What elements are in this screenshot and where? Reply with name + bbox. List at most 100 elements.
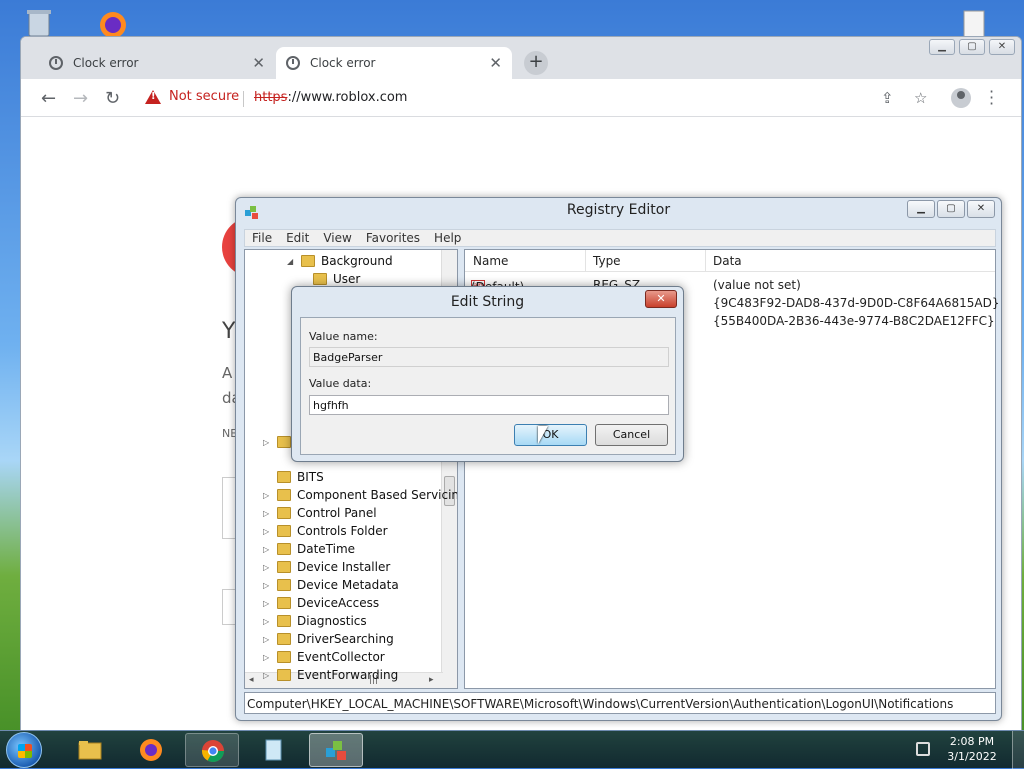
notepad-icon <box>265 739 282 761</box>
tree-item[interactable]: ▷ Controls Folder <box>263 522 388 540</box>
tree-item-label: User <box>333 272 361 286</box>
tree-item[interactable]: ▷ DateTime <box>263 540 355 558</box>
mouse-cursor-icon <box>538 426 548 444</box>
collapsed-arrow-icon[interactable]: ▷ <box>263 563 271 572</box>
tree-item[interactable]: ▷ EventForwarding <box>263 666 398 684</box>
menu-edit[interactable]: Edit <box>279 230 316 246</box>
column-header-type[interactable]: Type <box>593 254 621 268</box>
tree-item-label: Component Based Servicing <box>297 488 458 502</box>
taskbar-notepad[interactable] <box>246 733 300 767</box>
ok-button[interactable]: OK <box>514 424 587 446</box>
folder-icon <box>277 489 291 501</box>
registry-editor-icon <box>326 741 346 760</box>
minimize-button[interactable]: ▁ <box>929 39 955 55</box>
collapsed-arrow-icon[interactable]: ▷ <box>263 617 271 626</box>
folder-icon <box>277 615 291 627</box>
menu-help[interactable]: Help <box>427 230 468 246</box>
url-host: ://www.roblox.com <box>287 90 408 105</box>
address-bar[interactable]: https://www.roblox.com <box>254 90 407 105</box>
page-heading-fragment: Y <box>222 319 236 344</box>
taskbar-explorer[interactable] <box>63 733 117 767</box>
taskbar-firefox[interactable] <box>124 733 178 767</box>
network-icon[interactable] <box>916 742 930 756</box>
maximize-button[interactable]: ▢ <box>937 200 965 218</box>
reload-icon[interactable]: ↻ <box>105 88 120 109</box>
back-arrow-icon[interactable]: ← <box>41 88 56 109</box>
new-tab-button[interactable]: + <box>524 51 548 75</box>
menu-view[interactable]: View <box>316 230 358 246</box>
dialog-body: Value name: BadgeParser Value data: hgfh… <box>300 317 676 455</box>
collapsed-arrow-icon[interactable]: ▷ <box>263 438 271 447</box>
clock-time: 2:08 PM <box>949 735 995 748</box>
tree-item-label: Control Panel <box>297 506 377 520</box>
collapsed-arrow-icon[interactable]: ▷ <box>263 509 271 518</box>
security-indicator[interactable]: Not secure <box>145 89 239 104</box>
tree-item[interactable]: ▷ Control Panel <box>263 504 377 522</box>
collapsed-arrow-icon[interactable]: ▷ <box>263 635 271 644</box>
edit-string-dialog: Edit String ✕ Value name: BadgeParser Va… <box>291 286 684 462</box>
tree-item[interactable]: ▷ EventCollector <box>263 648 385 666</box>
forward-arrow-icon[interactable]: → <box>73 88 88 109</box>
cancel-button[interactable]: Cancel <box>595 424 668 446</box>
folder-icon <box>301 255 315 267</box>
menu-bar: File Edit View Favorites Help <box>244 229 996 247</box>
value-data: {55B400DA-2B36-443e-9774-B8C2DAE12FFC} <box>713 314 995 328</box>
collapsed-arrow-icon[interactable]: ▷ <box>263 653 271 662</box>
tree-item-label: EventForwarding <box>297 668 399 682</box>
maximize-button[interactable]: ▢ <box>959 39 985 55</box>
column-header-name[interactable]: Name <box>473 254 508 268</box>
collapsed-arrow-icon[interactable]: ▷ <box>263 491 271 500</box>
chrome-icon <box>202 740 224 762</box>
column-header-data[interactable]: Data <box>713 254 742 268</box>
tree-item[interactable]: ▷ Device Metadata <box>263 576 399 594</box>
folder-icon <box>313 273 327 285</box>
minimize-button[interactable]: ▁ <box>907 200 935 218</box>
tree-item[interactable]: BITS <box>263 468 324 486</box>
tree-item[interactable]: ◢ Background <box>287 252 393 270</box>
collapsed-arrow-icon[interactable]: ▷ <box>263 545 271 554</box>
collapsed-arrow-icon[interactable]: ▷ <box>263 581 271 590</box>
folder-icon <box>277 543 291 555</box>
menu-file[interactable]: File <box>245 230 279 246</box>
menu-favorites[interactable]: Favorites <box>359 230 427 246</box>
page-text-fragment: A <box>222 364 233 382</box>
tree-item[interactable]: ▷ Device Installer <box>263 558 390 576</box>
browser-tab-2[interactable]: Clock error ✕ <box>276 47 512 79</box>
system-clock[interactable]: 2:08 PM 3/1/2022 <box>940 734 1004 764</box>
tree-item[interactable]: ▷ Component Based Servicing <box>263 486 458 504</box>
share-icon[interactable]: ⇪ <box>881 89 894 107</box>
dialog-close-button[interactable]: ✕ <box>645 290 677 308</box>
folder-icon <box>277 597 291 609</box>
close-icon[interactable]: ✕ <box>252 54 265 72</box>
recycle-bin-icon[interactable] <box>22 6 56 40</box>
collapsed-arrow-icon[interactable]: ▷ <box>263 599 271 608</box>
expanded-arrow-icon[interactable]: ◢ <box>287 257 295 266</box>
window-close-button[interactable]: ✕ <box>967 200 995 218</box>
tree-item[interactable]: ▷ DriverSearching <box>263 630 394 648</box>
not-secure-label: Not secure <box>169 89 240 104</box>
browser-tab-1[interactable]: Clock error ✕ <box>39 47 275 79</box>
folder-icon <box>78 741 102 760</box>
collapsed-arrow-icon[interactable]: ▷ <box>263 527 271 536</box>
clock-date: 3/1/2022 <box>947 750 997 763</box>
start-button[interactable] <box>6 732 42 768</box>
taskbar-registry-editor[interactable] <box>309 733 363 767</box>
value-data-input[interactable]: hgfhfh <box>309 395 669 415</box>
kebab-menu-icon[interactable]: · · · <box>989 84 994 112</box>
tree-item[interactable]: ▷ DeviceAccess <box>263 594 379 612</box>
tree-item-label: Device Installer <box>297 560 391 574</box>
collapsed-arrow-icon[interactable]: ▷ <box>263 671 271 680</box>
warning-icon <box>145 89 161 104</box>
taskbar-chrome[interactable] <box>185 733 239 767</box>
profile-icon[interactable] <box>951 88 971 108</box>
firefox-desktop-icon[interactable] <box>96 6 130 40</box>
tree-item-label: Device Metadata <box>297 578 399 592</box>
star-icon[interactable]: ☆ <box>914 89 927 107</box>
folder-icon <box>277 525 291 537</box>
tree-item[interactable]: ▷ Diagnostics <box>263 612 367 630</box>
show-desktop-button[interactable] <box>1012 731 1024 769</box>
window-close-button[interactable]: ✕ <box>989 39 1015 55</box>
clock-error-favicon-icon <box>49 56 63 70</box>
folder-icon <box>277 669 291 681</box>
close-icon[interactable]: ✕ <box>489 54 502 72</box>
